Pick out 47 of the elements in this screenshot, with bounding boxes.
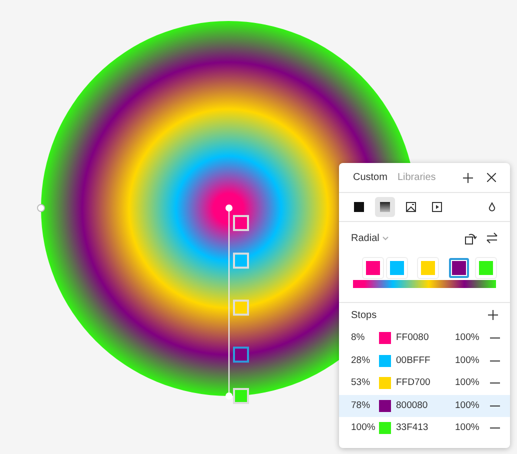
stop-row[interactable]: 53% FFD700 100% <box>339 372 510 394</box>
stops-heading: Stops <box>351 308 377 322</box>
remove-icon[interactable] <box>490 427 500 430</box>
opacity-value[interactable]: 100% <box>455 398 485 413</box>
stop-row[interactable]: 8% FF0080 100% <box>339 327 510 350</box>
stop-position[interactable]: 78% <box>351 398 379 413</box>
center-handle[interactable] <box>226 204 232 212</box>
end-handle[interactable] <box>226 392 232 400</box>
color-swatch[interactable] <box>379 354 391 367</box>
panel-tab[interactable]: Custom <box>349 168 392 187</box>
opacity-value[interactable]: 100% <box>455 421 485 436</box>
color-stop-swatch[interactable] <box>448 258 469 278</box>
hex-value[interactable]: FFD700 <box>396 376 455 390</box>
remove-icon[interactable] <box>490 404 500 407</box>
color-swatch[interactable] <box>379 400 391 412</box>
remove-icon[interactable] <box>490 382 500 384</box>
rotate-icon[interactable] <box>464 232 477 244</box>
opacity-value[interactable]: 100% <box>455 331 485 346</box>
color-stop-handle[interactable] <box>233 346 249 363</box>
hex-value[interactable]: 33F413 <box>396 421 455 436</box>
color-swatch[interactable] <box>379 422 391 434</box>
opacity-value[interactable]: 100% <box>455 376 485 390</box>
stop-row[interactable]: 100% 33F413 100% <box>339 417 510 440</box>
stop-position[interactable]: 8% <box>351 331 379 346</box>
stop-position[interactable]: 53% <box>351 376 379 390</box>
stop-position[interactable]: 100% <box>351 421 379 436</box>
stop-position[interactable]: 28% <box>351 354 379 368</box>
hex-value[interactable]: 00BFFF <box>396 354 455 368</box>
add-icon[interactable] <box>463 172 473 182</box>
opacity-value[interactable]: 100% <box>455 354 485 368</box>
remove-icon[interactable] <box>490 337 500 340</box>
remove-icon[interactable] <box>490 360 500 362</box>
eyedropper-icon[interactable] <box>488 202 496 212</box>
add-icon[interactable] <box>488 310 498 320</box>
caret-icon <box>382 236 390 240</box>
color-swatch[interactable] <box>379 332 391 344</box>
color-swatch[interactable] <box>379 377 391 390</box>
hex-value[interactable]: 800080 <box>396 398 455 413</box>
radius-handle[interactable] <box>37 204 45 212</box>
gradient-fill-icon[interactable] <box>375 197 395 217</box>
gradient-bar[interactable] <box>353 280 496 288</box>
gradient-type-dropdown[interactable]: Radial <box>351 230 390 246</box>
swap-icon[interactable] <box>486 232 498 244</box>
stop-row[interactable]: 28% 00BFFF 100% <box>339 350 510 372</box>
close-icon[interactable] <box>487 173 496 182</box>
hex-value[interactable]: FF0080 <box>396 331 455 346</box>
stop-row[interactable]: 78% 800080 100% <box>339 394 510 417</box>
